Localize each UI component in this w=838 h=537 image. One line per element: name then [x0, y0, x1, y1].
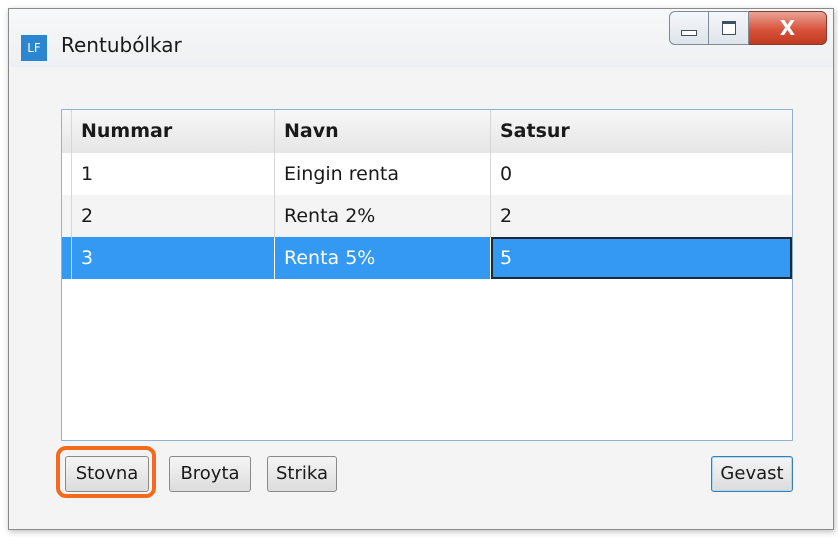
- table-row[interactable]: 2 Renta 2% 2: [62, 195, 792, 237]
- cell-nummar[interactable]: 3: [72, 237, 275, 279]
- cell-nummar[interactable]: 2: [72, 195, 275, 237]
- cell-navn[interactable]: Renta 5%: [275, 237, 491, 279]
- maximize-button[interactable]: [709, 11, 749, 45]
- row-selector[interactable]: [62, 195, 72, 237]
- cell-navn[interactable]: Renta 2%: [275, 195, 491, 237]
- table-header: Nummar Navn Satsur: [62, 110, 792, 154]
- column-header-satsur[interactable]: Satsur: [491, 110, 792, 153]
- app-icon: LF: [21, 35, 47, 61]
- cell-navn[interactable]: Eingin renta: [275, 153, 491, 195]
- close-button[interactable]: X: [749, 11, 827, 45]
- stovna-button[interactable]: Stovna: [65, 456, 149, 492]
- close-icon: X: [779, 16, 796, 40]
- column-header-navn[interactable]: Navn: [275, 110, 491, 153]
- strika-button[interactable]: Strika: [267, 456, 337, 492]
- row-header-spacer: [62, 110, 72, 153]
- cell-satsur[interactable]: 0: [491, 153, 792, 195]
- maximize-icon: [721, 21, 736, 35]
- caption-buttons: X: [669, 11, 827, 45]
- title-bar[interactable]: LF Rentubólkar X: [9, 9, 833, 67]
- broyta-button[interactable]: Broyta: [169, 456, 251, 492]
- minimize-button[interactable]: [669, 11, 709, 45]
- window-title: Rentubólkar: [61, 33, 182, 57]
- cell-satsur[interactable]: 2: [491, 195, 792, 237]
- minimize-icon: [681, 30, 697, 36]
- cell-nummar[interactable]: 1: [72, 153, 275, 195]
- interest-table[interactable]: Nummar Navn Satsur 1 Eingin renta 0 2 Re…: [61, 109, 793, 441]
- rentubolkar-window: LF Rentubólkar X Nummar Navn Satsur 1 Ei…: [8, 8, 834, 530]
- gevast-button[interactable]: Gevast: [711, 456, 793, 492]
- table-row-selected[interactable]: 3 Renta 5% 5: [62, 237, 792, 279]
- cell-satsur-focused[interactable]: 5: [491, 237, 792, 279]
- table-row[interactable]: 1 Eingin renta 0: [62, 153, 792, 195]
- row-selector[interactable]: [62, 237, 72, 279]
- row-selector[interactable]: [62, 153, 72, 195]
- column-header-nummar[interactable]: Nummar: [72, 110, 275, 153]
